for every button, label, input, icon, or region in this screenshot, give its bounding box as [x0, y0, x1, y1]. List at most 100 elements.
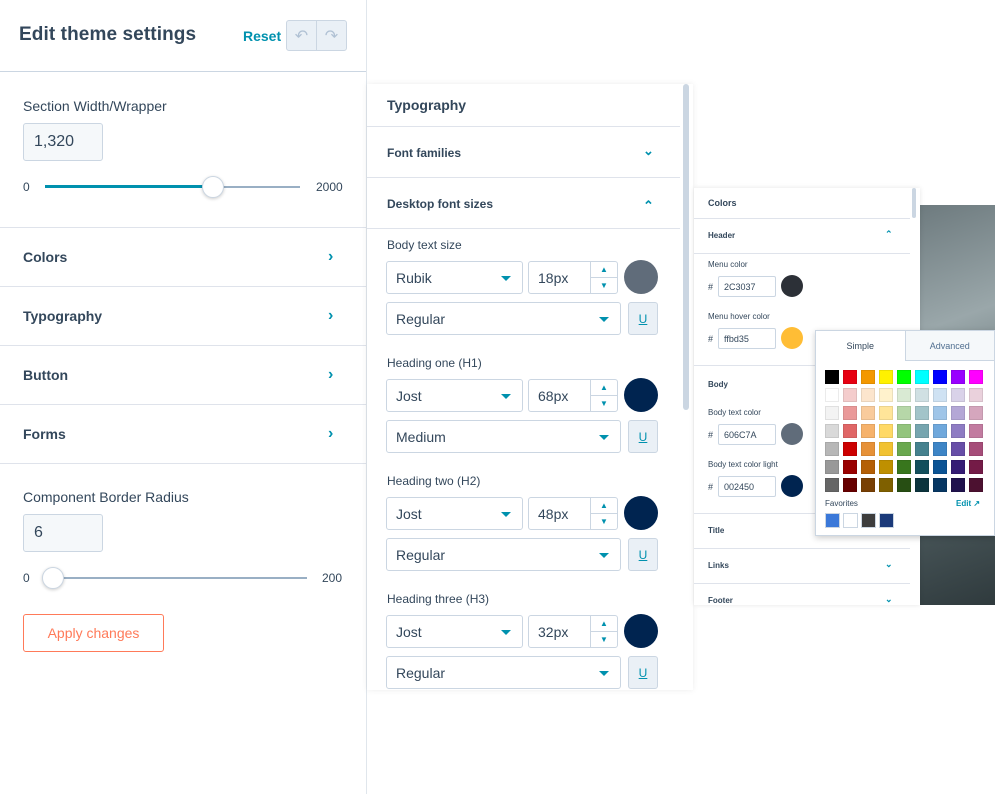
- body-weight-select[interactable]: Regular: [386, 302, 621, 335]
- color-swatch[interactable]: [843, 370, 857, 384]
- stepper[interactable]: ▲ ▼: [590, 380, 617, 411]
- caret-down-icon[interactable]: ▼: [591, 395, 617, 410]
- caret-up-icon[interactable]: ▲: [591, 616, 617, 631]
- color-swatch[interactable]: [861, 370, 875, 384]
- body-text-color-swatch[interactable]: [781, 423, 803, 445]
- underline-button[interactable]: U: [628, 538, 658, 571]
- favorite-swatch[interactable]: [879, 513, 894, 528]
- h1-color-swatch[interactable]: [624, 378, 658, 412]
- favorite-swatch[interactable]: [861, 513, 876, 528]
- color-swatch[interactable]: [969, 442, 983, 456]
- color-swatch[interactable]: [879, 424, 893, 438]
- color-swatch[interactable]: [843, 424, 857, 438]
- color-swatch[interactable]: [933, 442, 947, 456]
- color-swatch[interactable]: [825, 424, 839, 438]
- color-swatch[interactable]: [861, 388, 875, 402]
- caret-down-icon[interactable]: ▼: [591, 513, 617, 528]
- color-swatch[interactable]: [861, 442, 875, 456]
- color-swatch[interactable]: [969, 388, 983, 402]
- color-swatch[interactable]: [843, 442, 857, 456]
- caret-up-icon[interactable]: ▲: [591, 380, 617, 395]
- underline-button[interactable]: U: [628, 656, 658, 689]
- h2-font-select[interactable]: Jost: [386, 497, 523, 530]
- h3-font-select[interactable]: Jost: [386, 615, 523, 648]
- color-swatch[interactable]: [825, 388, 839, 402]
- color-swatch[interactable]: [933, 388, 947, 402]
- font-families-row[interactable]: Font families ⌄: [367, 126, 680, 177]
- color-swatch[interactable]: [951, 388, 965, 402]
- tab-simple[interactable]: Simple: [816, 331, 905, 361]
- color-swatch[interactable]: [915, 370, 929, 384]
- h2-size-input[interactable]: 48px ▲ ▼: [528, 497, 618, 530]
- reset-button[interactable]: Reset: [243, 28, 281, 44]
- header-section-row[interactable]: Header ⌃: [694, 218, 910, 253]
- body-font-select[interactable]: Rubik: [386, 261, 523, 294]
- color-swatch[interactable]: [897, 406, 911, 420]
- body-size-input[interactable]: 18px ▲ ▼: [528, 261, 618, 294]
- color-swatch[interactable]: [879, 388, 893, 402]
- color-swatch[interactable]: [951, 370, 965, 384]
- border-radius-input[interactable]: 6: [23, 514, 103, 552]
- body-text-color-light-swatch[interactable]: [781, 475, 803, 497]
- color-swatch[interactable]: [897, 388, 911, 402]
- color-swatch[interactable]: [915, 388, 929, 402]
- color-swatch[interactable]: [825, 460, 839, 474]
- h3-color-swatch[interactable]: [624, 614, 658, 648]
- stepper[interactable]: ▲ ▼: [590, 262, 617, 293]
- desktop-font-sizes-row[interactable]: Desktop font sizes ⌃: [367, 177, 680, 228]
- body-color-swatch[interactable]: [624, 260, 658, 294]
- h3-size-input[interactable]: 32px ▲ ▼: [528, 615, 618, 648]
- color-swatch[interactable]: [879, 460, 893, 474]
- caret-up-icon[interactable]: ▲: [591, 262, 617, 277]
- color-swatch[interactable]: [933, 424, 947, 438]
- color-swatch[interactable]: [933, 478, 947, 492]
- section-forms[interactable]: Forms ›: [0, 404, 366, 463]
- color-swatch[interactable]: [879, 478, 893, 492]
- color-swatch[interactable]: [933, 460, 947, 474]
- color-swatch[interactable]: [915, 424, 929, 438]
- underline-button[interactable]: U: [628, 420, 658, 453]
- h1-font-select[interactable]: Jost: [386, 379, 523, 412]
- color-swatch[interactable]: [969, 478, 983, 492]
- h3-weight-select[interactable]: Regular: [386, 656, 621, 689]
- color-swatch[interactable]: [969, 424, 983, 438]
- menu-color-swatch[interactable]: [781, 275, 803, 297]
- section-button[interactable]: Button ›: [0, 345, 366, 404]
- color-swatch[interactable]: [825, 478, 839, 492]
- color-swatch[interactable]: [933, 370, 947, 384]
- color-swatch[interactable]: [969, 460, 983, 474]
- color-swatch[interactable]: [915, 406, 929, 420]
- color-swatch[interactable]: [897, 370, 911, 384]
- color-swatch[interactable]: [915, 478, 929, 492]
- stepper[interactable]: ▲ ▼: [590, 498, 617, 529]
- color-swatch[interactable]: [861, 478, 875, 492]
- section-colors[interactable]: Colors ›: [0, 227, 366, 286]
- menu-hover-color-input[interactable]: ffbd35: [718, 328, 776, 349]
- favorite-swatch[interactable]: [843, 513, 858, 528]
- scrollbar[interactable]: [912, 188, 916, 218]
- color-swatch[interactable]: [879, 370, 893, 384]
- tab-advanced[interactable]: Advanced: [904, 331, 994, 361]
- color-swatch[interactable]: [915, 442, 929, 456]
- color-swatch[interactable]: [969, 406, 983, 420]
- apply-changes-button[interactable]: Apply changes: [23, 614, 164, 652]
- color-swatch[interactable]: [969, 370, 983, 384]
- caret-up-icon[interactable]: ▲: [591, 498, 617, 513]
- body-text-color-light-input[interactable]: 002450: [718, 476, 776, 497]
- color-swatch[interactable]: [879, 442, 893, 456]
- underline-button[interactable]: U: [628, 302, 658, 335]
- h2-weight-select[interactable]: Regular: [386, 538, 621, 571]
- footer-section-row[interactable]: Footer ⌄: [694, 583, 910, 605]
- undo-icon[interactable]: ↶: [287, 21, 316, 50]
- color-swatch[interactable]: [951, 478, 965, 492]
- color-swatch[interactable]: [951, 460, 965, 474]
- section-width-input[interactable]: 1,320: [23, 123, 103, 161]
- h1-size-input[interactable]: 68px ▲ ▼: [528, 379, 618, 412]
- color-swatch[interactable]: [843, 460, 857, 474]
- caret-down-icon[interactable]: ▼: [591, 277, 617, 292]
- color-swatch[interactable]: [861, 424, 875, 438]
- color-swatch[interactable]: [951, 442, 965, 456]
- section-width-slider-track[interactable]: [45, 185, 300, 188]
- color-swatch[interactable]: [843, 388, 857, 402]
- color-swatch[interactable]: [825, 442, 839, 456]
